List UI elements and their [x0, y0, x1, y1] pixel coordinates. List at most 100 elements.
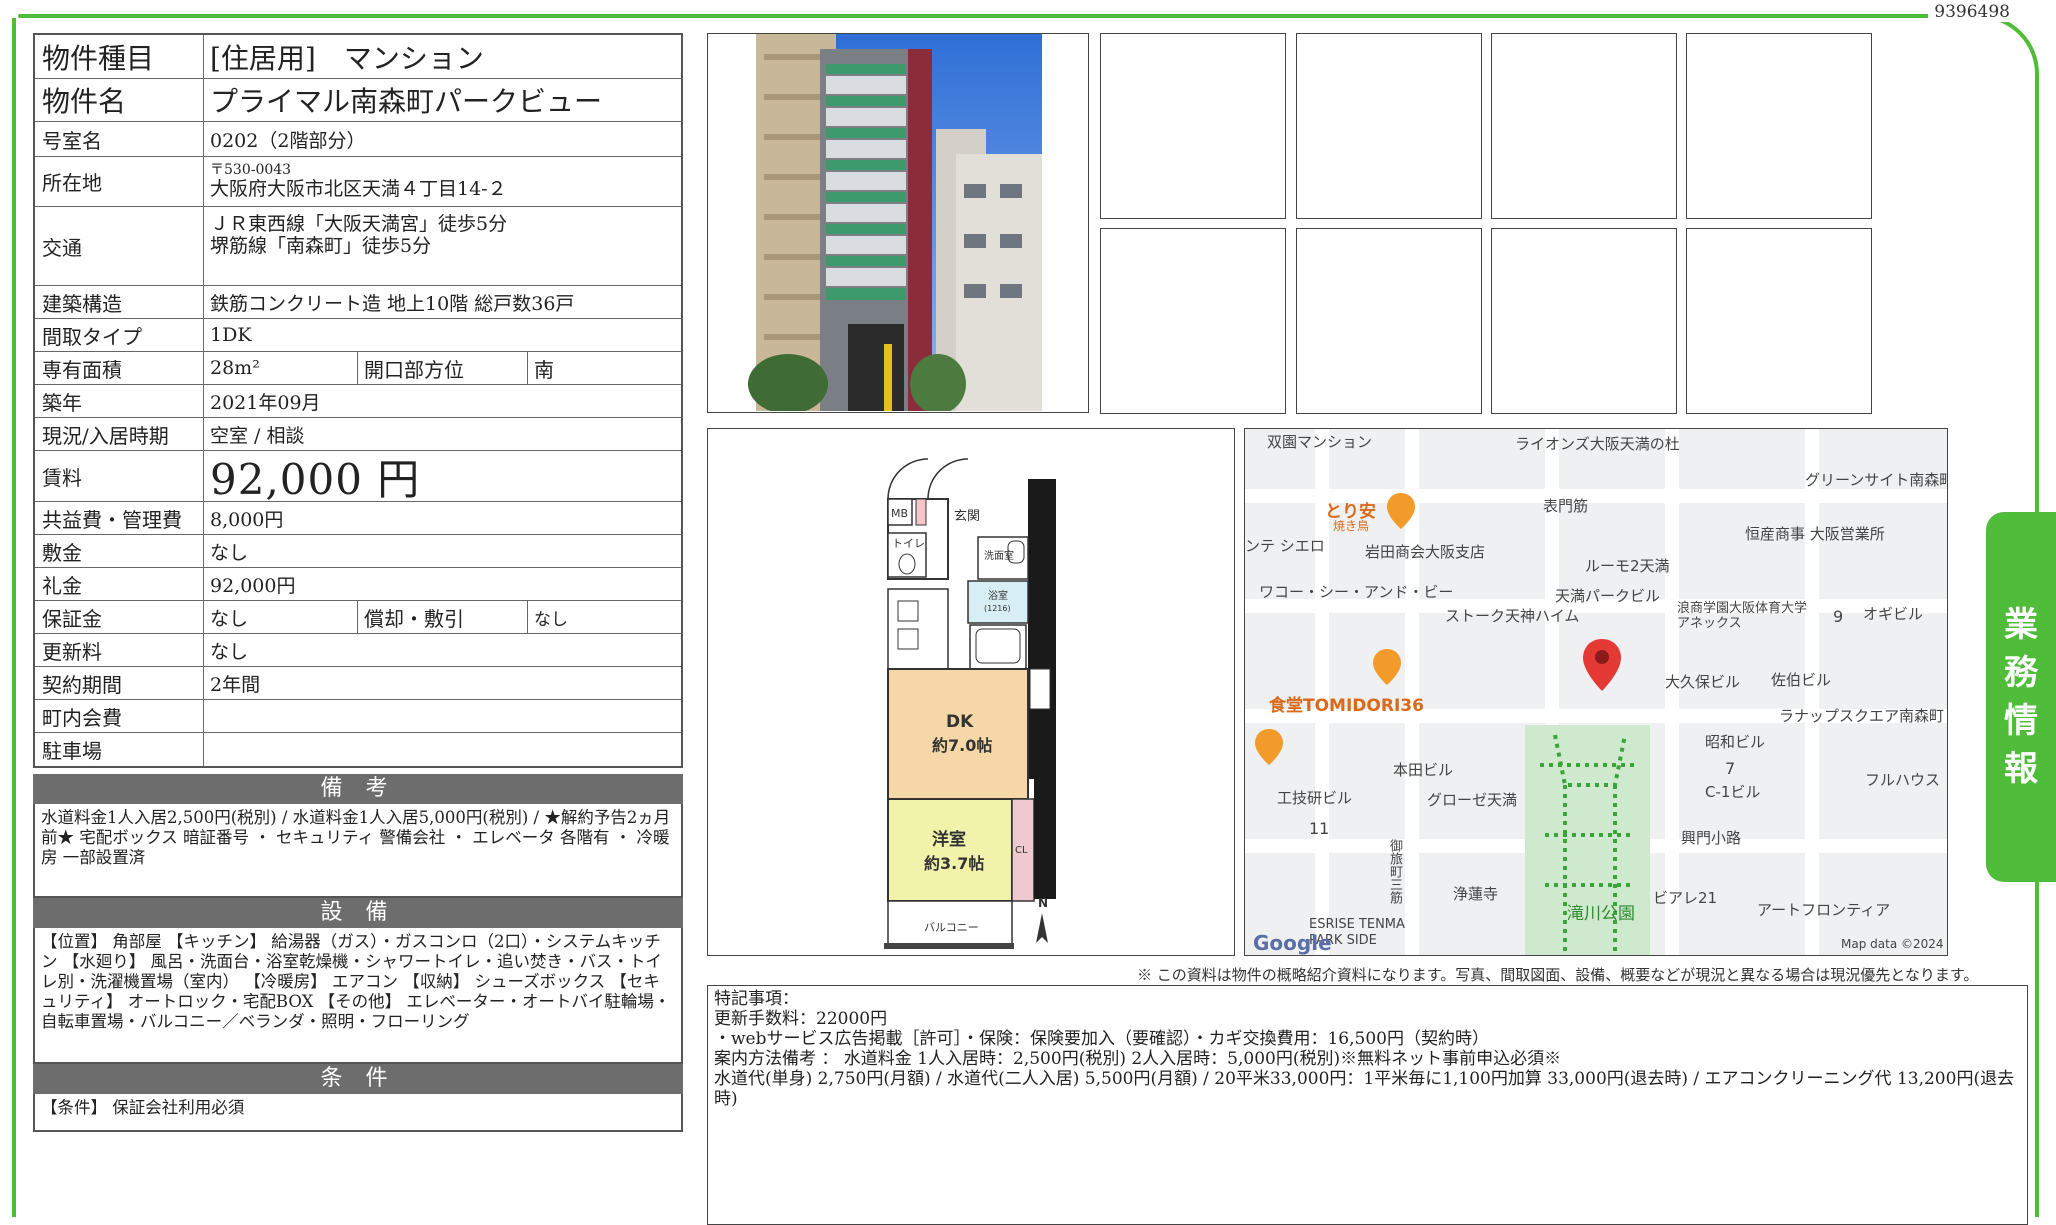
map-label: オギビル	[1863, 605, 1924, 623]
structure-label: 建築構造	[35, 286, 204, 318]
map-label: 焼き鳥	[1333, 519, 1370, 533]
row-deposit: 敷金 なし	[35, 535, 681, 568]
address-label: 所在地	[35, 157, 204, 206]
business-info-tab[interactable]: 業 務 情 報	[1986, 512, 2056, 882]
contract-value: 2年間	[210, 673, 261, 696]
notes-header: 備 考	[33, 774, 683, 804]
google-logo: Google	[1253, 931, 1332, 955]
amort-value: なし	[527, 601, 681, 633]
map-label: ライオンズ大阪天満の杜	[1515, 435, 1680, 453]
built-value: 2021年09月	[210, 391, 321, 414]
notes-text: 水道料金1人入居2,500円(税別) / 水道料金1人入居5,000円(税別) …	[33, 804, 683, 898]
remarks-line: 案内方法備考 ： 水道料金 1人入居時：2,500円(税別) 2人入居時：5,0…	[714, 1049, 1562, 1069]
layout-label: 間取タイプ	[35, 319, 204, 351]
restaurant-pin-icon	[1387, 493, 1415, 529]
remarks-line: ・webサービス広告掲載［許可］・保険：保険要加入（要確認）・カギ交換費用：16…	[714, 1029, 1489, 1049]
type-value: [住居用] マンション	[210, 41, 484, 75]
map-label: 御旅町三筋	[1387, 839, 1402, 904]
tab-char-1: 業	[2004, 605, 2038, 645]
guarantee-label: 保証金	[35, 601, 204, 633]
row-parking: 駐車場	[35, 733, 681, 766]
map-road	[1665, 429, 1679, 955]
map-label: 浄蓮寺	[1453, 885, 1499, 903]
location-pin-icon	[1583, 639, 1621, 691]
photo-thumbnail-5[interactable]	[1100, 228, 1286, 414]
photo-thumbnail-4[interactable]	[1686, 33, 1872, 219]
row-keymoney: 礼金 92,000円	[35, 568, 681, 601]
row-fee: 共益費・管理費 8,000円	[35, 502, 681, 535]
fp-bath: 浴室	[988, 589, 1008, 602]
room-label: 号室名	[35, 122, 204, 156]
name-label: 物件名	[35, 79, 204, 121]
row-type: 物件種目 [住居用] マンション	[35, 35, 681, 79]
parking-value	[204, 733, 681, 766]
frame-top-border	[18, 14, 1900, 18]
map-label: C-1ビル	[1705, 783, 1761, 801]
restaurant-pin-icon	[1255, 729, 1283, 765]
renewal-label: 更新料	[35, 634, 204, 666]
remarks-line: 更新手数料：22000円	[714, 1009, 888, 1029]
map-label: 本田ビル	[1393, 761, 1454, 779]
photo-thumbnail-3[interactable]	[1491, 33, 1677, 219]
rent-label: 賃料	[35, 451, 204, 501]
contract-label: 契約期間	[35, 667, 204, 699]
restaurant-pin-icon	[1373, 649, 1401, 685]
location-map[interactable]: 双園マンション ライオンズ大阪天満の杜 グリーンサイト南森町 とり安 焼き鳥 表…	[1244, 428, 1948, 956]
map-label: 大久保ビル	[1665, 673, 1741, 691]
facilities-text: 【位置】 角部屋 【キッチン】 給湯器（ガス）・ガスコンロ（2口）・システムキッ…	[33, 928, 683, 1064]
fp-cl: CL	[1015, 845, 1028, 856]
document-id: 9396498	[1928, 2, 2016, 22]
map-label: 佐伯ビル	[1771, 671, 1832, 689]
deposit-label: 敷金	[35, 535, 204, 567]
photo-thumbnail-7[interactable]	[1491, 228, 1677, 414]
building-photo[interactable]	[707, 33, 1089, 414]
row-renewal: 更新料 なし	[35, 634, 681, 667]
photo-thumbnail-1[interactable]	[1100, 33, 1286, 219]
row-town: 町内会費	[35, 700, 681, 733]
map-label: グローゼ天満	[1427, 791, 1518, 809]
fee-label: 共益費・管理費	[35, 502, 204, 534]
map-label: 表門筋	[1543, 497, 1589, 515]
tab-char-4: 報	[2004, 749, 2038, 789]
map-label: ラナップスクエア南森町	[1779, 707, 1945, 725]
photo-thumbnail-6[interactable]	[1296, 228, 1482, 414]
floor-plan[interactable]: MB 玄関 トイレ 洗面室 浴室 (1216) DK 約7.0帖 洋室 約3.7…	[707, 428, 1235, 956]
row-address: 所在地 〒530-0043 大阪府大阪市北区天満４丁目14-２	[35, 157, 681, 207]
postal-code: 〒530-0043	[210, 162, 292, 178]
row-contract: 契約期間 2年間	[35, 667, 681, 700]
map-label: 滝川公園	[1567, 904, 1635, 924]
map-label: ルーモ2天満	[1585, 557, 1670, 575]
building-photo-image	[748, 34, 1042, 414]
map-label: 11	[1309, 819, 1330, 838]
map-label: 浪商学園大阪体育大学アネックス	[1677, 601, 1808, 631]
fp-north: N	[1038, 896, 1048, 910]
area-label: 専有面積	[35, 352, 204, 384]
map-label: グリーンサイト南森町	[1805, 471, 1948, 489]
row-rent: 賃料 92,000 円	[35, 451, 681, 504]
renewal-value: なし	[210, 640, 249, 663]
status-label: 現況/入居時期	[35, 418, 204, 450]
map-label: アートフロンティア	[1757, 901, 1891, 919]
map-label: フルハウス	[1865, 771, 1941, 789]
photo-thumbnail-2[interactable]	[1296, 33, 1482, 219]
row-access: 交通 ＪＲ東西線「大阪天満宮」徒歩5分 堺筋線「南森町」徒歩5分	[35, 207, 681, 286]
conditions-text: 【条件】 保証会社利用必須	[33, 1094, 683, 1132]
fp-washroom: 洗面室	[984, 549, 1014, 562]
map-label: ストーク天神ハイム	[1445, 607, 1580, 625]
opening-label: 開口部方位	[357, 352, 527, 384]
row-built: 築年 2021年09月	[35, 385, 681, 418]
row-structure: 建築構造 鉄筋コンクリート造 地上10階 総戸数36戸	[35, 286, 681, 319]
town-value	[204, 700, 681, 732]
tab-char-3: 情	[2004, 701, 2038, 741]
address-value: 大阪府大阪市北区天満４丁目14-２	[210, 178, 507, 200]
rent-value: 92,000 円	[210, 454, 421, 504]
deposit-value: なし	[210, 541, 249, 564]
photo-thumbnail-8[interactable]	[1686, 228, 1872, 414]
town-label: 町内会費	[35, 700, 204, 732]
row-area: 専有面積 28m² 開口部方位 南	[35, 352, 681, 385]
built-label: 築年	[35, 385, 204, 417]
map-label: 7	[1725, 759, 1736, 778]
disclaimer-note: ※ この資料は物件の概略紹介資料になります。写真、間取図面、設備、概要などが現況…	[1137, 966, 1979, 984]
map-label: 興門小路	[1681, 829, 1742, 847]
access-line-2: 堺筋線「南森町」徒歩5分	[210, 235, 432, 257]
